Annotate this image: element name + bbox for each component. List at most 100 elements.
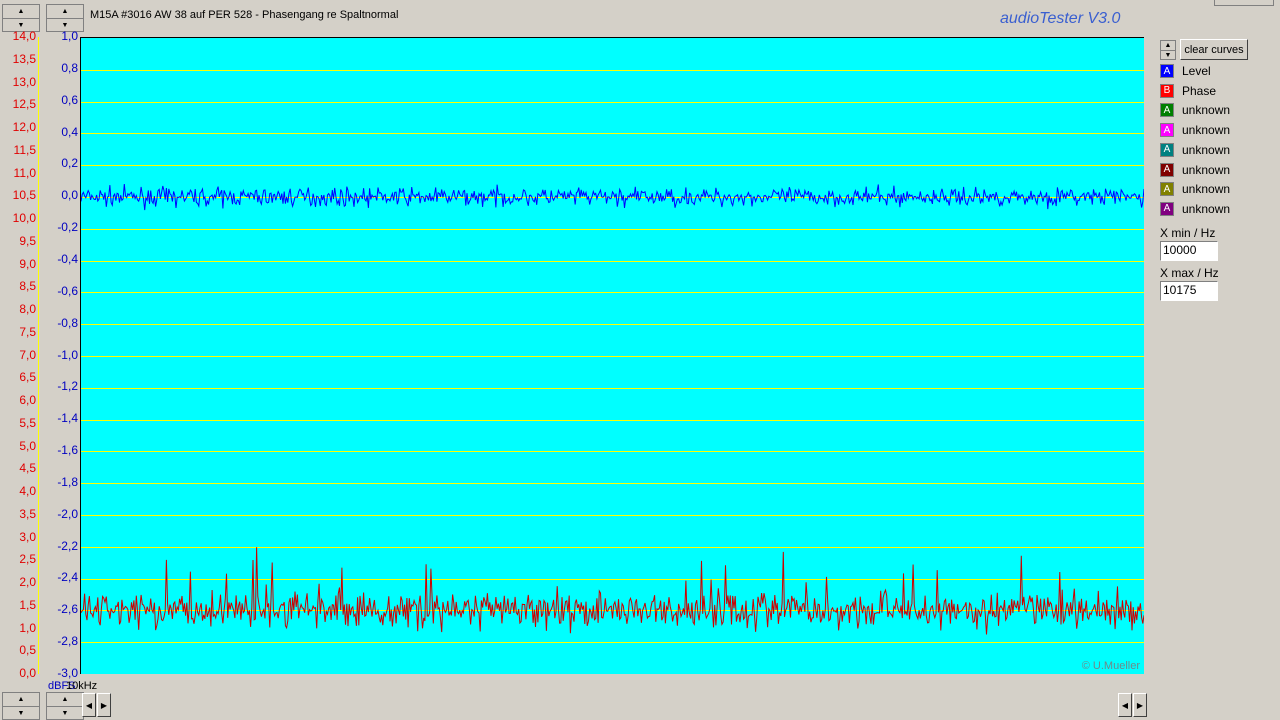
chart-title: M15A #3016 AW 38 auf PER 528 - Phasengan…: [90, 9, 399, 21]
bottom-left-spinner[interactable]: ▲ ▼: [2, 692, 40, 720]
left-axis-tick-label: 6,0: [19, 393, 36, 407]
legend-swatch[interactable]: B: [1160, 83, 1174, 98]
left-axis-tick-label: 7,0: [19, 347, 36, 362]
legend-label: Phase: [1182, 83, 1217, 98]
clear-curves-button[interactable]: clear curves: [1180, 39, 1248, 60]
left-axis-tick-label: 4,5: [19, 461, 36, 476]
spin-up-icon[interactable]: ▲: [1161, 41, 1175, 51]
left-axis-tick-label: 10,5: [12, 188, 36, 203]
legend-swatch[interactable]: A: [1160, 142, 1174, 157]
legend-swatch[interactable]: A: [1160, 123, 1174, 138]
curve-spinner[interactable]: ▲ ▼: [1160, 40, 1176, 60]
spin-down-icon[interactable]: ▼: [3, 707, 39, 720]
left-axis-tick-label: 13,0: [12, 74, 36, 89]
right-axis-tick-label: -0,2: [57, 220, 78, 235]
right-axis-tick-label: -1,4: [57, 411, 78, 426]
legend-item[interactable]: Aunknown: [1160, 180, 1230, 198]
right-axis-tick-label: 1,0: [61, 29, 78, 43]
legend-item[interactable]: Aunknown: [1160, 141, 1230, 159]
legend-swatch[interactable]: A: [1160, 201, 1174, 216]
spin-down-icon[interactable]: ▼: [1161, 51, 1175, 60]
left-axis-tick-label: 3,5: [19, 506, 36, 521]
legend-swatch[interactable]: A: [1160, 64, 1174, 78]
xmax-label: X max / Hz: [1160, 266, 1219, 280]
right-axis-tick-label: -0,4: [57, 251, 78, 266]
left-axis-tick-label: 1,0: [19, 620, 36, 635]
spin-up-icon[interactable]: ▲: [3, 5, 39, 19]
copyright-label: © U.Mueller: [1081, 660, 1140, 672]
left-axis-tick-label: 9,5: [19, 233, 36, 248]
right-axis-tick-label: -0,8: [57, 315, 78, 330]
legend-item[interactable]: B Phase: [1160, 82, 1216, 100]
left-axis-spinner[interactable]: ▲ ▼: [2, 4, 40, 32]
left-axis-tick-label: 6,5: [19, 370, 36, 385]
left-axis-tick-label: 11,0: [13, 165, 36, 180]
left-axis-tick-label: 5,5: [19, 415, 36, 430]
window-control-button[interactable]: [1214, 0, 1274, 6]
left-axis-tick-label: 0,5: [19, 643, 36, 658]
legend-label: unknown: [1182, 142, 1231, 157]
scroll-right-icon[interactable]: ▶: [97, 693, 111, 717]
legend-label: unknown: [1182, 182, 1231, 197]
left-axis-tick-label: 11,5: [13, 142, 36, 157]
right-axis-tick-label: -3,0: [57, 666, 78, 680]
bottom-right-spinner[interactable]: ▲ ▼: [46, 692, 84, 720]
right-axis-tick-label: -1,2: [57, 379, 78, 394]
legend-swatch[interactable]: A: [1160, 182, 1174, 197]
left-axis-tick-label: 4,0: [19, 484, 36, 498]
scroll-left-icon[interactable]: ◀: [82, 693, 96, 717]
left-axis-tick-label: 1,5: [19, 597, 36, 612]
legend-label: unknown: [1182, 123, 1231, 138]
right-axis-tick-label: -1,8: [57, 474, 78, 489]
left-axis-tick-label: 0,0: [19, 666, 36, 680]
legend-item[interactable]: A Level: [1160, 62, 1211, 80]
left-axis-tick-label: 12,5: [12, 97, 36, 112]
legend-label: unknown: [1182, 103, 1231, 118]
right-axis-tick-label: -1,6: [57, 443, 78, 458]
legend-label: Level: [1182, 64, 1211, 78]
app-brand: audioTester V3.0: [1000, 10, 1121, 27]
left-axis-tick-label: 3,0: [19, 529, 36, 544]
left-axis-tick-label: 13,5: [12, 51, 36, 66]
left-axis-tick-label: 5,0: [19, 438, 36, 453]
legend-item[interactable]: Aunknown: [1160, 161, 1230, 179]
phase-curve: [81, 547, 1144, 635]
spin-down-icon[interactable]: ▼: [47, 707, 83, 720]
left-axis-tick-label: 2,0: [19, 575, 36, 589]
left-axis-tick-label: 8,0: [19, 302, 36, 316]
xmax-field[interactable]: 10175: [1160, 281, 1218, 301]
right-axis-tick-label: 0,8: [61, 60, 78, 75]
scroll-left-icon[interactable]: ◀: [1118, 693, 1132, 717]
xmin-field[interactable]: 10000: [1160, 241, 1218, 261]
level-curve: [81, 184, 1144, 211]
legend-item[interactable]: Aunknown: [1160, 121, 1230, 139]
legend-swatch[interactable]: A: [1160, 103, 1174, 118]
spin-up-icon[interactable]: ▲: [47, 693, 83, 707]
right-axis-tick-label: -0,6: [57, 283, 78, 298]
right-axis-spinner[interactable]: ▲ ▼: [46, 4, 84, 32]
left-axis-tick-label: 8,5: [19, 279, 36, 294]
right-axis-tick-label: 0,6: [61, 92, 78, 107]
left-axis-tick-label: 10,0: [12, 211, 36, 225]
right-axis-tick-label: -1,0: [57, 347, 78, 362]
spin-up-icon[interactable]: ▲: [47, 5, 83, 19]
plot-area[interactable]: © U.Mueller: [80, 37, 1144, 674]
left-axis-tick-label: 7,5: [19, 324, 36, 339]
legend-item[interactable]: Aunknown: [1160, 200, 1230, 218]
right-axis-tick-label: -2,4: [57, 570, 78, 585]
x-axis-label: 10kHz: [66, 680, 98, 692]
right-axis-tick-label: 0,0: [61, 188, 78, 203]
legend-swatch[interactable]: A: [1160, 162, 1174, 177]
legend-item[interactable]: Aunknown: [1160, 101, 1230, 119]
right-axis-tick-label: -2,8: [57, 634, 78, 649]
legend-label: unknown: [1182, 201, 1231, 216]
right-axis-tick-label: -2,2: [57, 538, 78, 553]
right-axis-tick-label: 0,4: [61, 124, 78, 139]
spin-up-icon[interactable]: ▲: [3, 693, 39, 707]
legend-label: unknown: [1182, 162, 1231, 177]
left-axis-tick-label: 9,0: [19, 256, 36, 271]
left-axis-tick-label: 2,5: [19, 552, 36, 567]
left-axis-tick-label: 12,0: [12, 120, 36, 134]
scroll-right-icon[interactable]: ▶: [1133, 693, 1147, 717]
left-axis-line: [38, 37, 39, 674]
